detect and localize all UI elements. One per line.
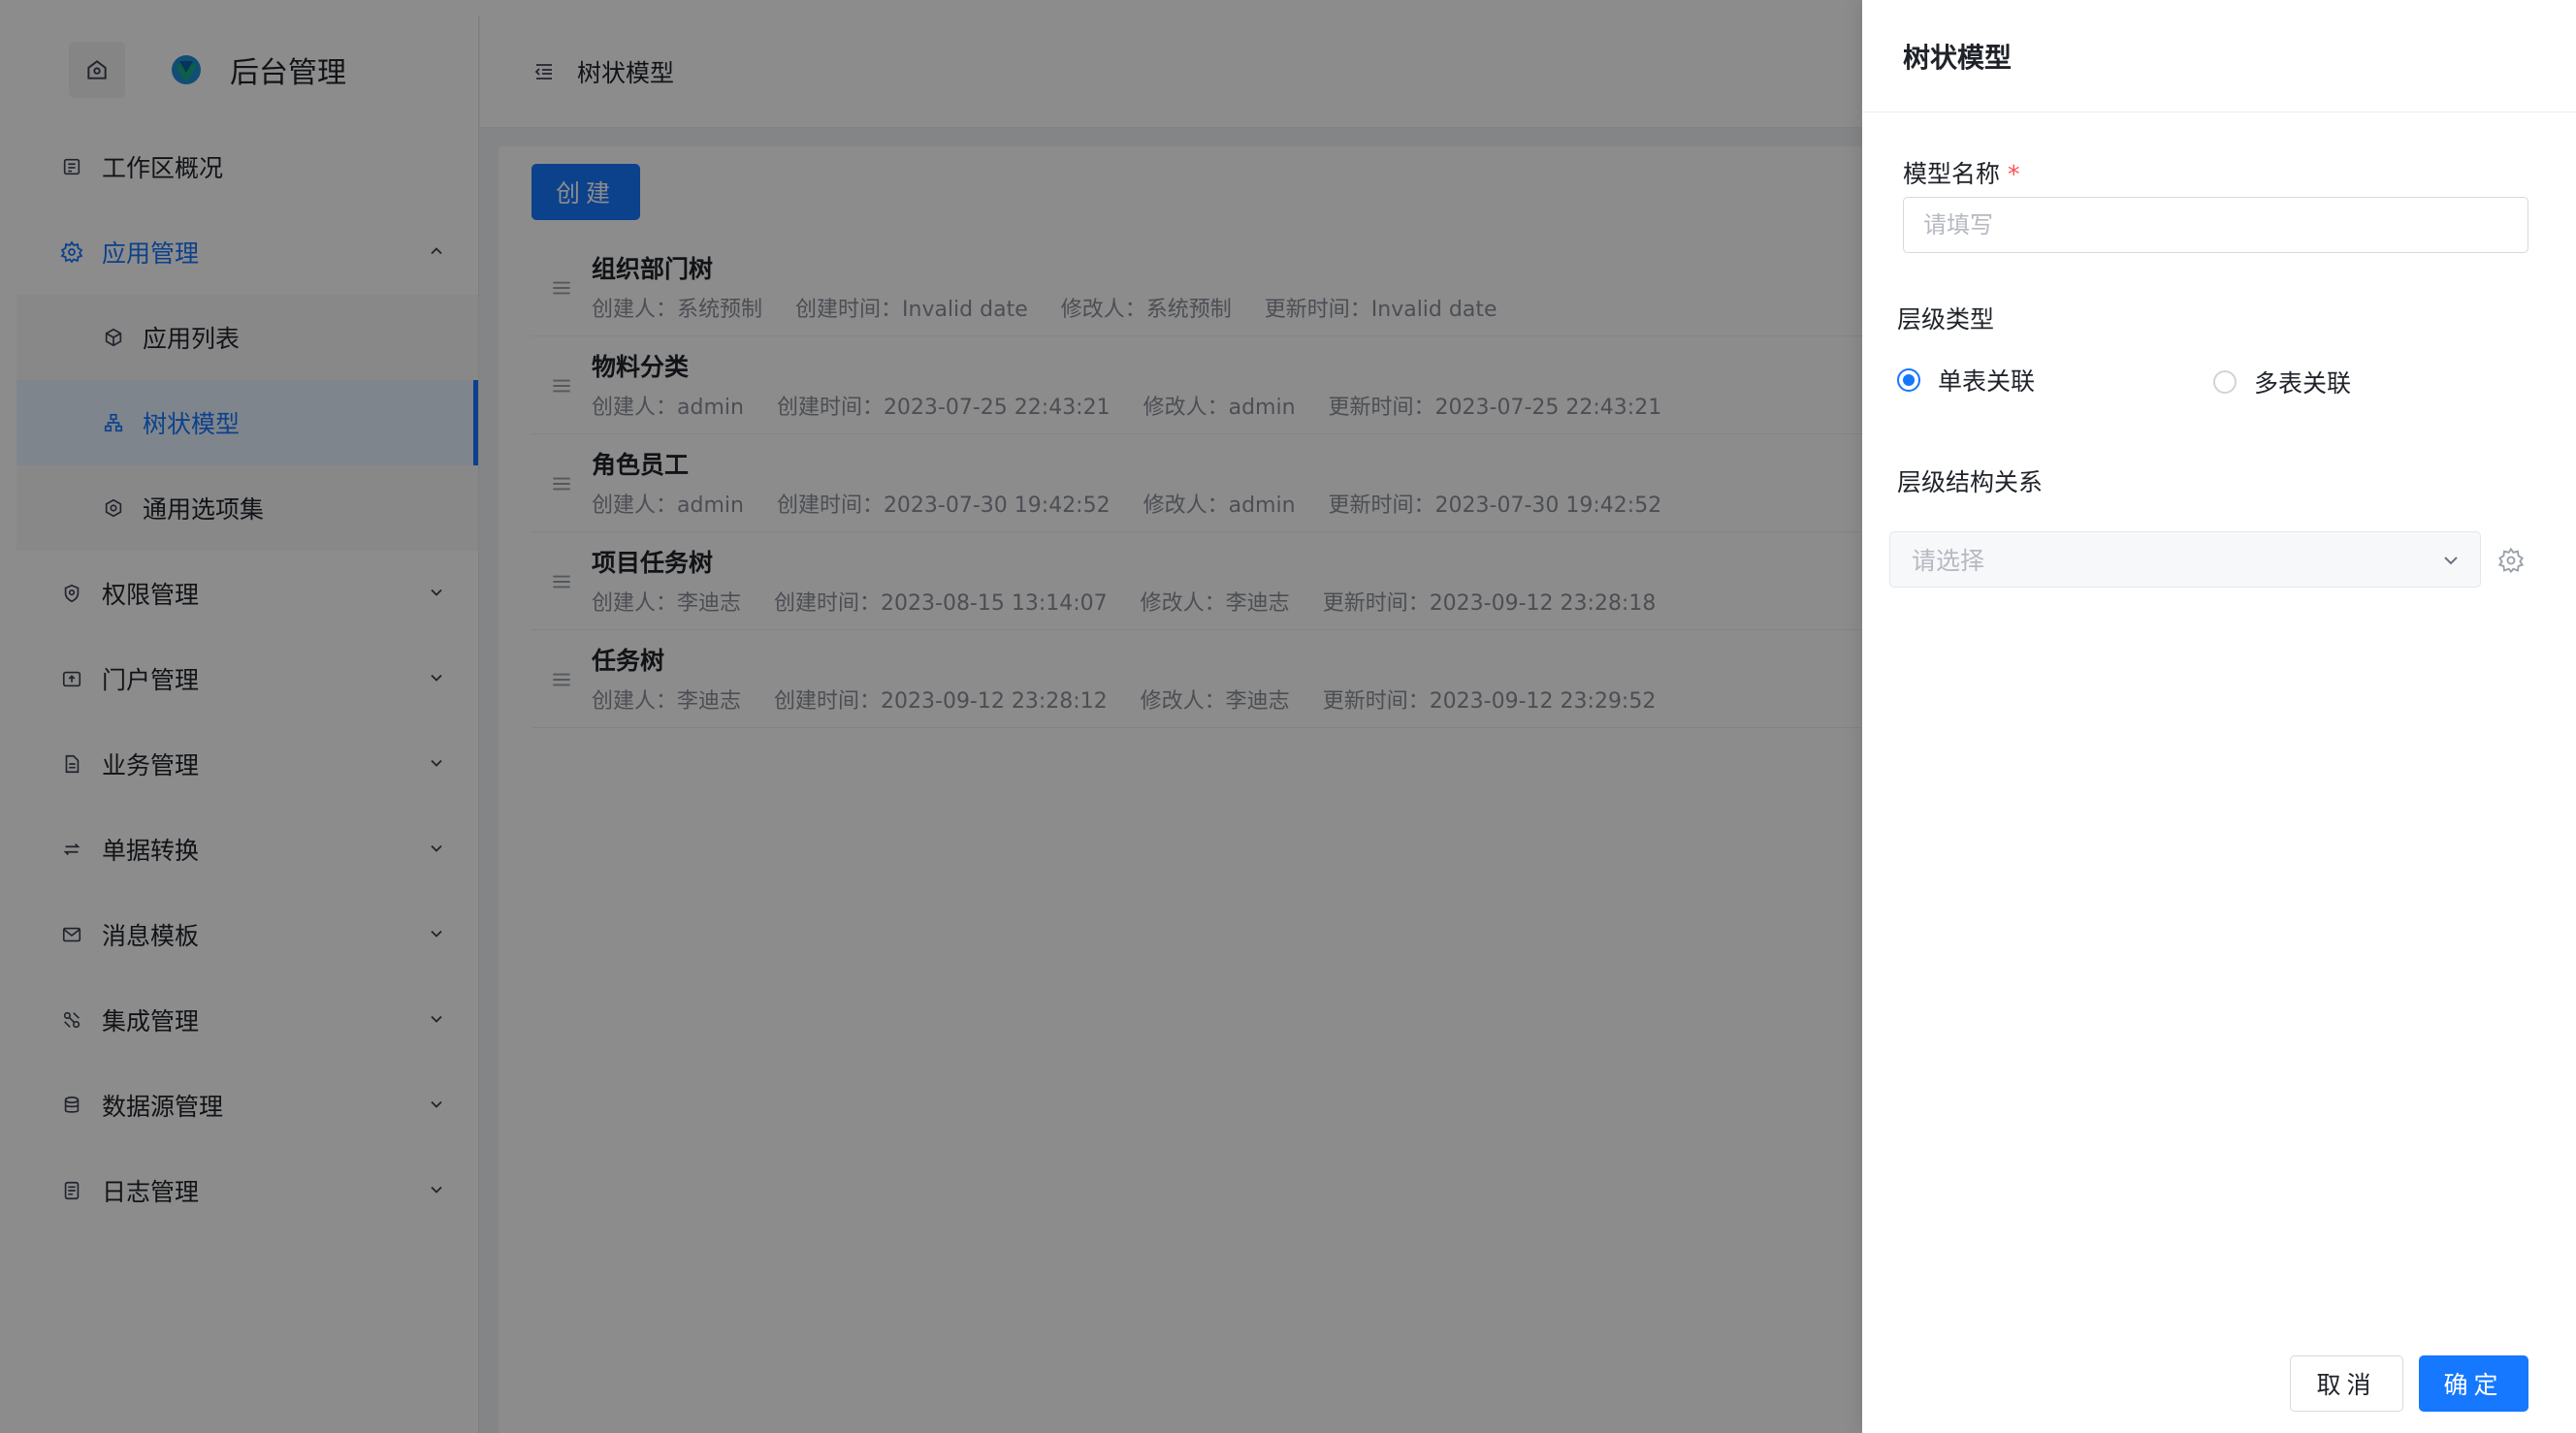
model-name-input[interactable]: [1903, 197, 2528, 253]
radio-single-table[interactable]: 单表关联: [1897, 363, 2035, 398]
radio-label: 多表关联: [2254, 369, 2352, 398]
radio-label: 单表关联: [1938, 367, 2036, 396]
model-name-label: 模型名称 *: [1903, 155, 2020, 190]
cancel-button[interactable]: 取消: [2290, 1355, 2403, 1412]
model-name-label-text: 模型名称: [1903, 160, 2001, 188]
confirm-button[interactable]: 确定: [2419, 1355, 2528, 1412]
required-mark: *: [2008, 160, 2020, 188]
level-type-label: 层级类型: [1897, 305, 1995, 334]
relation-label: 层级结构关系: [1897, 468, 2044, 496]
radio-multi-table[interactable]: 多表关联: [2213, 365, 2351, 399]
chevron-down-icon: [2444, 557, 2458, 565]
modal-mask[interactable]: [0, 0, 1862, 1433]
settings-gear-icon[interactable]: [2497, 547, 2525, 574]
radio-unchecked-icon: [2213, 370, 2237, 394]
drawer-title: 树状模型: [1862, 0, 2576, 112]
relation-select[interactable]: 请选择: [1889, 531, 2481, 588]
select-placeholder: 请选择: [1912, 547, 1985, 575]
radio-checked-icon: [1897, 368, 1920, 392]
create-tree-model-drawer: 树状模型 模型名称* 层级类型 单表关联 多表关联 层级结构关系 请选择 取消 …: [1862, 0, 2576, 1433]
